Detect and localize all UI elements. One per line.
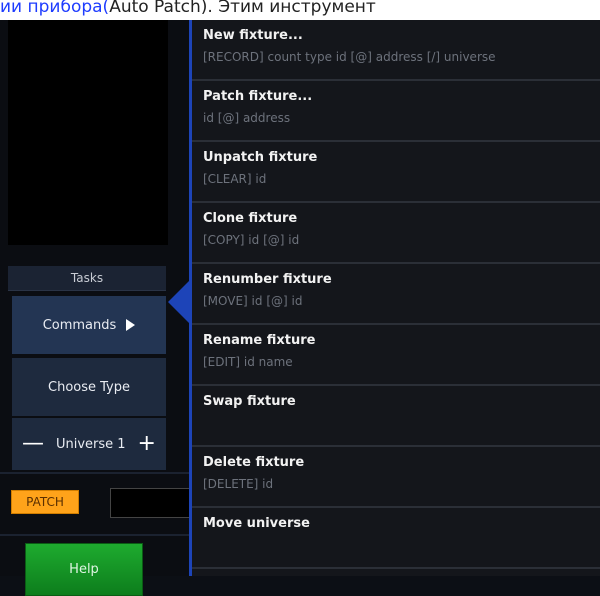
menu-item-renumber-fixture[interactable]: Renumber fixture [MOVE] id [@] id [192, 264, 600, 325]
menu-item-title: Patch fixture... [203, 89, 313, 104]
patch-button[interactable]: PATCH [11, 490, 79, 514]
preview-area [8, 20, 168, 245]
universe-selector: — Universe 1 + [12, 418, 166, 470]
command-input[interactable] [110, 488, 190, 518]
menu-item-title: Swap fixture [203, 394, 296, 409]
choose-type-button[interactable]: Choose Type [12, 358, 166, 416]
menu-item-title: New fixture... [203, 28, 303, 43]
arrow-right-icon [126, 319, 136, 331]
menu-item-move-universe[interactable]: Move universe [192, 508, 600, 569]
commands-button[interactable]: Commands [12, 296, 166, 354]
commands-menu: New fixture... [RECORD] count type id [@… [189, 20, 600, 576]
menu-item-title: Delete fixture [203, 455, 305, 470]
tasks-header: Tasks [8, 266, 166, 291]
plus-icon[interactable]: + [138, 433, 156, 455]
menu-item-new-fixture[interactable]: New fixture... [RECORD] count type id [@… [192, 20, 600, 81]
choose-type-label: Choose Type [48, 379, 130, 395]
divider [0, 534, 190, 536]
menu-item-syntax: [RECORD] count type id [@] address [/] u… [203, 50, 496, 64]
menu-item-syntax: [MOVE] id [@] id [203, 294, 303, 308]
menu-item-title: Move universe [203, 516, 310, 531]
universe-label: Universe 1 [55, 436, 126, 452]
divider [0, 472, 190, 474]
menu-item-rename-fixture[interactable]: Rename fixture [EDIT] id name [192, 325, 600, 386]
document-link-text[interactable]: ии прибора( [0, 0, 109, 17]
document-text-strip: ии прибора(Auto Patch). Этим инструмент [0, 0, 600, 20]
commands-label: Commands [42, 317, 117, 333]
menu-pointer-icon [168, 280, 190, 324]
menu-item-syntax: id [@] address [203, 111, 291, 125]
menu-item-swap-fixture[interactable]: Swap fixture [192, 386, 600, 447]
menu-item-syntax: [CLEAR] id [203, 172, 267, 186]
menu-item-clone-fixture[interactable]: Clone fixture [COPY] id [@] id [192, 203, 600, 264]
menu-item-syntax: [COPY] id [@] id [203, 233, 300, 247]
menu-item-title: Renumber fixture [203, 272, 332, 287]
menu-item-title: Clone fixture [203, 211, 298, 226]
help-button[interactable]: Help [25, 543, 143, 596]
menu-item-unpatch-fixture[interactable]: Unpatch fixture [CLEAR] id [192, 142, 600, 203]
menu-item-delete-fixture[interactable]: Delete fixture [DELETE] id [192, 447, 600, 508]
minus-icon[interactable]: — [22, 433, 44, 455]
left-panel: Tasks Commands Choose Type — Universe 1 … [0, 20, 190, 596]
menu-item-title: Rename fixture [203, 333, 316, 348]
menu-item-syntax: [DELETE] id [203, 477, 274, 491]
document-plain-text: Auto Patch). Этим инструмент [109, 0, 376, 17]
menu-item-syntax: [EDIT] id name [203, 355, 293, 369]
menu-item-patch-fixture[interactable]: Patch fixture... id [@] address [192, 81, 600, 142]
menu-item-title: Unpatch fixture [203, 150, 318, 165]
